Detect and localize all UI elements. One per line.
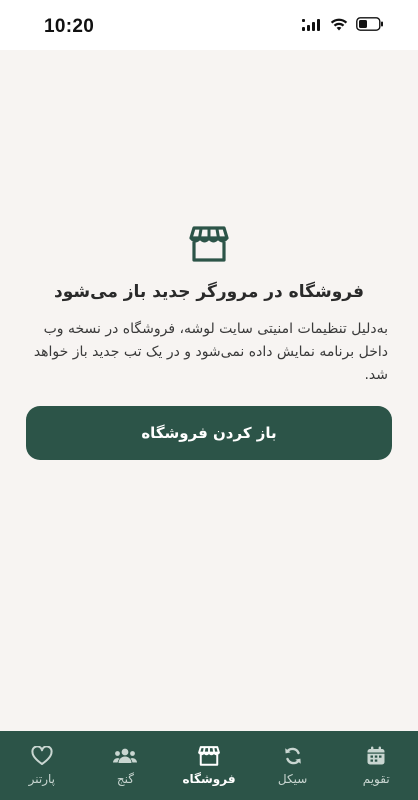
store-icon (197, 744, 221, 768)
nav-item-partner[interactable]: پارتنر (0, 731, 84, 800)
open-store-button[interactable]: باز کردن فروشگاه (26, 406, 392, 460)
bottom-navigation: تقویم سیکل فروشگاه گنج پارتنر (0, 731, 418, 800)
people-icon (113, 744, 138, 768)
nav-item-store[interactable]: فروشگاه (167, 731, 251, 800)
status-bar: 10:20 (0, 0, 418, 50)
heart-icon (30, 744, 54, 768)
page-description: به‌دلیل تنظیمات امنیتی سایت لوشه، فروشگا… (33, 321, 388, 383)
nav-item-treasure[interactable]: گنج (84, 731, 168, 800)
calendar-icon (364, 744, 388, 768)
status-time: 10:20 (44, 16, 95, 37)
cycle-icon (281, 744, 305, 768)
page-title: فروشگاه در مرورگر جدید باز می‌شود (54, 282, 364, 302)
battery-icon (356, 16, 384, 35)
nav-label-store: فروشگاه (182, 772, 236, 786)
nav-label-treasure: گنج (116, 772, 134, 786)
nav-label-partner: پارتنر (28, 772, 56, 786)
nav-item-cycle[interactable]: سیکل (251, 731, 335, 800)
cellular-signal-icon (302, 16, 322, 35)
store-redirect-screen (0, 50, 418, 731)
wifi-icon (330, 16, 348, 35)
nav-label-cycle: سیکل (277, 772, 308, 786)
storefront-icon (189, 226, 229, 264)
nav-label-calendar: تقویم (362, 772, 390, 786)
nav-item-calendar[interactable]: تقویم (334, 731, 418, 800)
status-icons (302, 16, 384, 35)
